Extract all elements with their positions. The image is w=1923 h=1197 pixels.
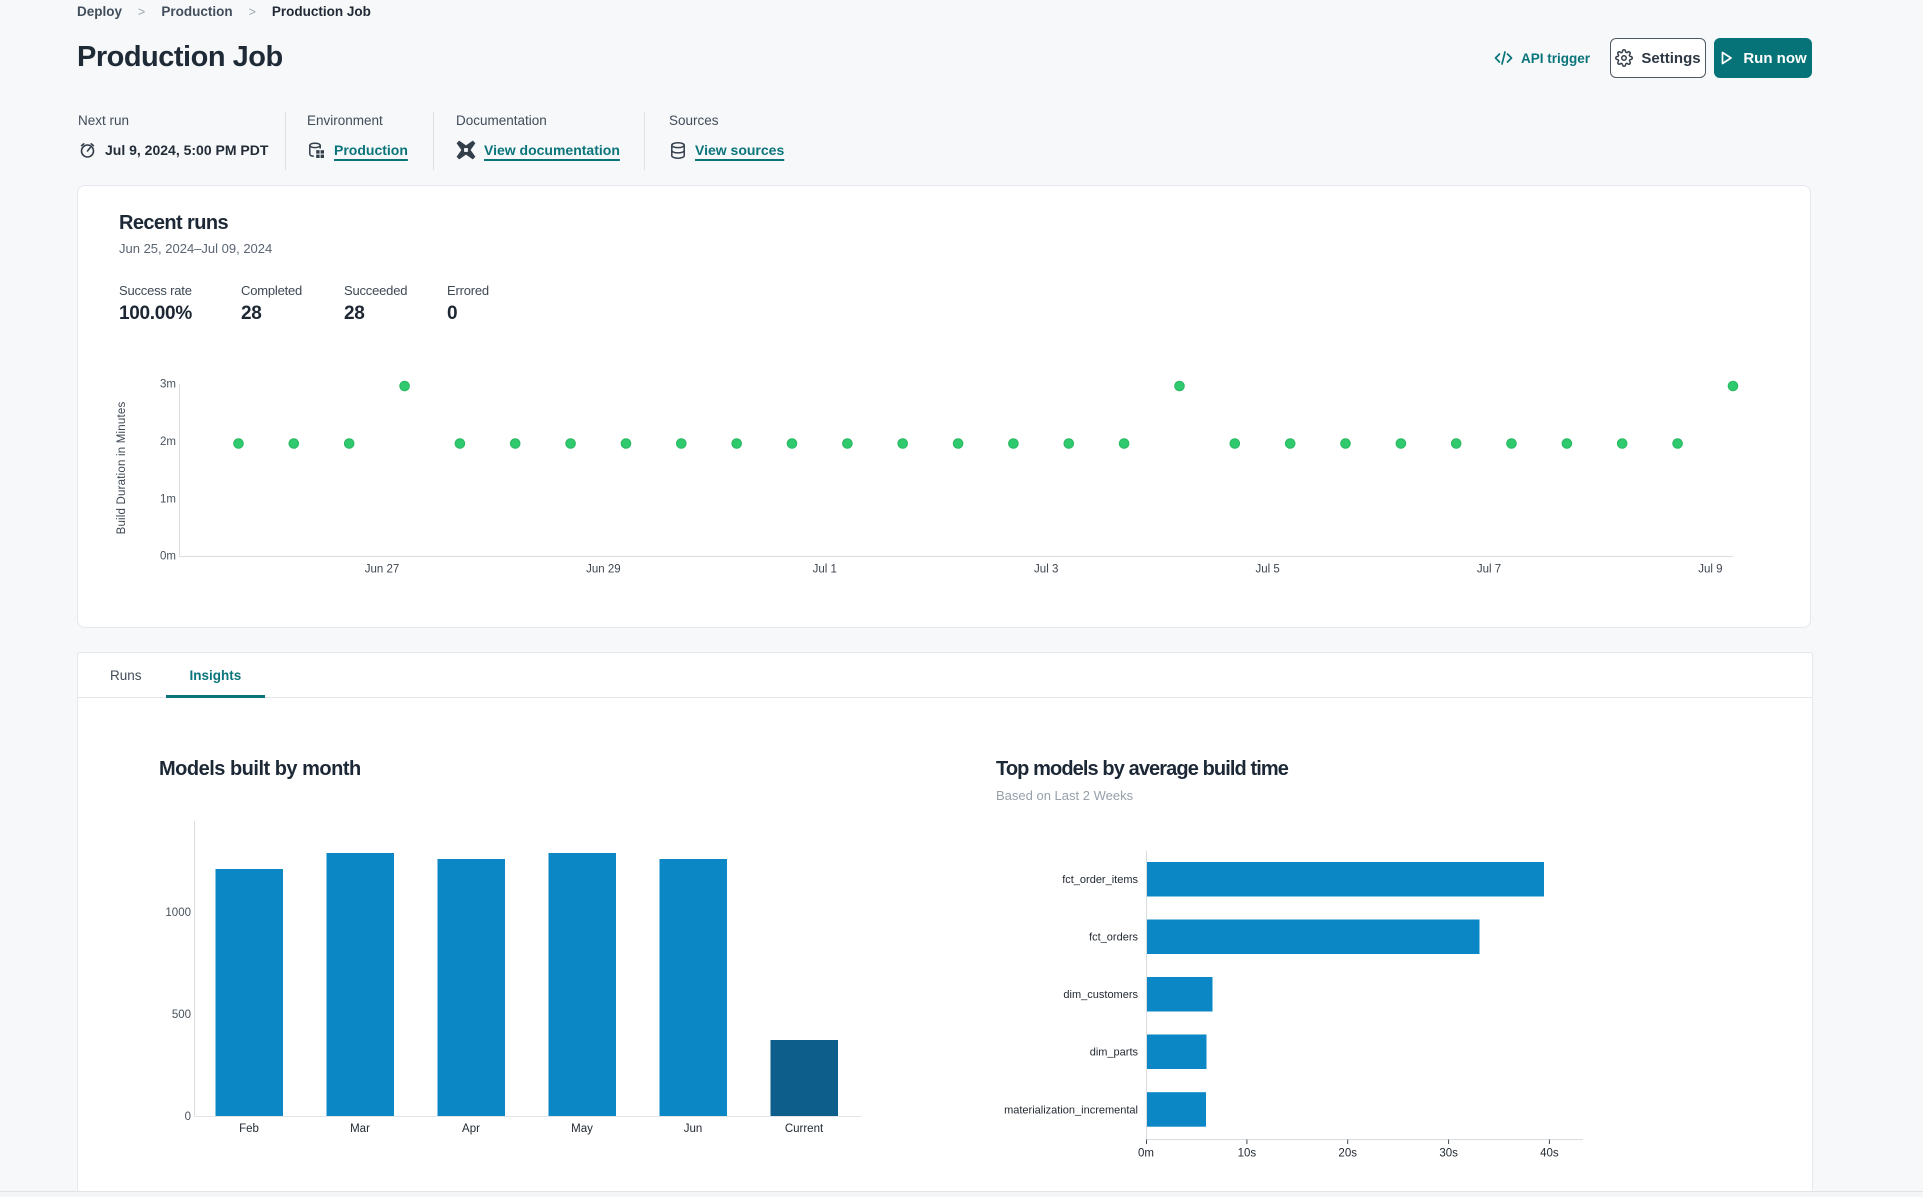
svg-text:0: 0 [185, 1111, 191, 1123]
svg-text:30s: 30s [1439, 1148, 1458, 1160]
svg-text:Current: Current [785, 1123, 824, 1135]
svg-text:2m: 2m [160, 436, 176, 448]
svg-text:20s: 20s [1338, 1148, 1357, 1160]
svg-text:materialization_incremental: materialization_incremental [1004, 1105, 1138, 1117]
svg-text:500: 500 [172, 1009, 191, 1021]
svg-text:fct_orders: fct_orders [1089, 932, 1138, 944]
svg-text:0m: 0m [1138, 1148, 1154, 1160]
svg-text:Jun: Jun [684, 1123, 703, 1135]
svg-text:Jul 1: Jul 1 [813, 564, 837, 576]
svg-text:Jul 3: Jul 3 [1034, 564, 1058, 576]
svg-text:dim_parts: dim_parts [1090, 1047, 1139, 1059]
svg-text:1m: 1m [160, 494, 176, 506]
svg-text:Build Duration in Minutes: Build Duration in Minutes [116, 402, 128, 535]
svg-text:10s: 10s [1238, 1148, 1257, 1160]
svg-text:Jun 29: Jun 29 [586, 564, 621, 576]
svg-text:Jul 9: Jul 9 [1698, 564, 1722, 576]
svg-text:fct_order_items: fct_order_items [1062, 874, 1138, 886]
svg-text:Mar: Mar [350, 1123, 370, 1135]
svg-text:dim_customers: dim_customers [1063, 989, 1138, 1001]
svg-text:40s: 40s [1540, 1148, 1559, 1160]
svg-text:Jun 27: Jun 27 [365, 564, 400, 576]
svg-text:0m: 0m [160, 551, 176, 563]
svg-text:3m: 3m [160, 379, 176, 391]
svg-text:1000: 1000 [165, 907, 191, 919]
svg-text:May: May [571, 1123, 593, 1135]
svg-text:Feb: Feb [239, 1123, 259, 1135]
svg-text:Jul 7: Jul 7 [1477, 564, 1501, 576]
svg-text:Jul 5: Jul 5 [1255, 564, 1279, 576]
svg-text:Apr: Apr [462, 1123, 480, 1135]
